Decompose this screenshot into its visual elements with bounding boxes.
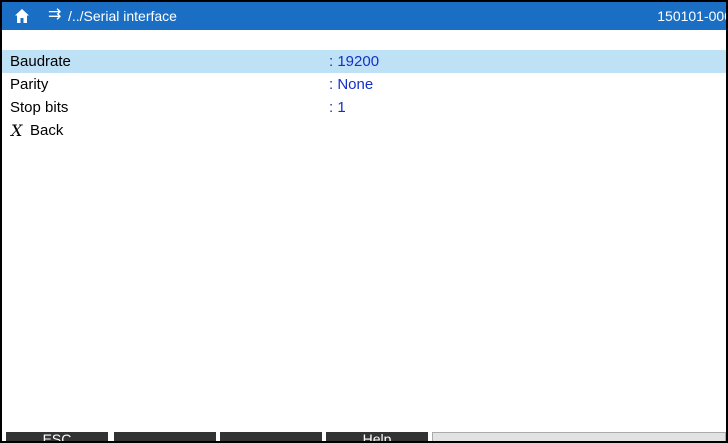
device-screen: ⇉ /../Serial interface 150101-000 Baudra… — [0, 0, 728, 443]
device-code: 150101-000 — [657, 8, 728, 24]
softkey-bar: ESC Help — [2, 430, 726, 441]
menu-item-parity[interactable]: Parity : None — [2, 73, 726, 96]
menu-item-label: Baudrate — [10, 53, 71, 70]
setup-path-icon: ⇉ — [48, 6, 62, 23]
softkey-2[interactable] — [114, 432, 216, 441]
menu-item-value: : 1 — [329, 99, 346, 116]
settings-menu: Baudrate : 19200 Parity : None Stop bits… — [2, 50, 726, 142]
menu-item-value: : None — [329, 76, 374, 93]
softkey-esc[interactable]: ESC — [6, 432, 108, 441]
menu-item-label: Parity — [10, 76, 49, 93]
softkey-5[interactable] — [432, 432, 726, 441]
softkey-3[interactable] — [220, 432, 322, 441]
home-icon[interactable] — [14, 8, 30, 24]
menu-item-value: : 19200 — [329, 53, 380, 70]
softkey-help[interactable]: Help — [326, 432, 428, 441]
menu-item-label: Back — [30, 122, 64, 139]
breadcrumb: /../Serial interface — [68, 8, 177, 24]
menu-item-baudrate[interactable]: Baudrate : 19200 — [2, 50, 726, 73]
menu-item-back[interactable]: X Back — [2, 119, 726, 142]
title-bar: ⇉ /../Serial interface 150101-000 — [2, 2, 726, 30]
back-x-icon: X — [11, 121, 23, 140]
menu-item-label: Stop bits — [10, 99, 69, 116]
menu-item-stop-bits[interactable]: Stop bits : 1 — [2, 96, 726, 119]
